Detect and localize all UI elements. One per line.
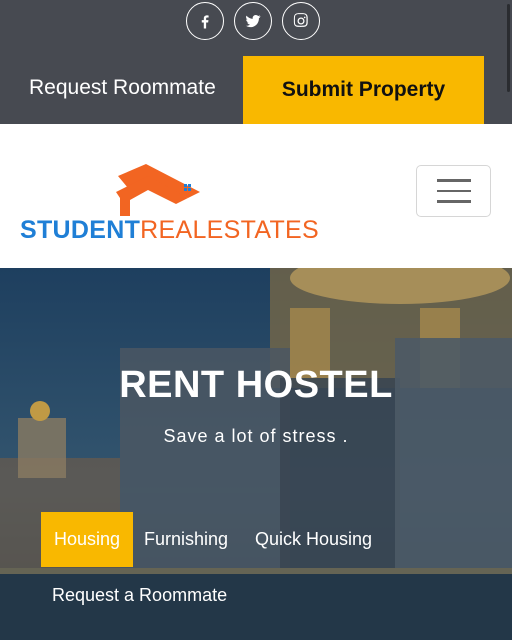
hamburger-line xyxy=(436,179,471,182)
hero-banner: RENT HOSTEL Save a lot of stress . Housi… xyxy=(0,268,512,640)
hamburger-line xyxy=(436,189,471,193)
facebook-icon[interactable] xyxy=(186,2,224,40)
tab-furnishing[interactable]: Furnishing xyxy=(144,529,228,550)
search-tabs: Housing Furnishing Quick Housing Request… xyxy=(0,512,512,612)
scrollbar[interactable] xyxy=(507,4,510,92)
request-roommate-link[interactable]: Request Roommate xyxy=(29,76,216,100)
logo-text-realestates: REALESTATES xyxy=(140,216,319,244)
tab-quick-housing[interactable]: Quick Housing xyxy=(255,529,372,550)
submit-property-button[interactable]: Submit Property xyxy=(243,56,484,124)
logo-roof-icon xyxy=(116,164,200,216)
menu-toggle-button[interactable] xyxy=(416,165,491,217)
logo-wordmark[interactable]: STUDENTREALESTATES xyxy=(20,216,319,245)
instagram-icon[interactable] xyxy=(282,2,320,40)
tab-request-roommate[interactable]: Request a Roommate xyxy=(52,585,227,606)
top-bar: Request Roommate Submit Property xyxy=(0,0,512,124)
tab-housing[interactable]: Housing xyxy=(41,512,133,567)
hamburger-line xyxy=(436,200,471,203)
hero-title: RENT HOSTEL xyxy=(119,364,393,406)
social-links xyxy=(186,0,320,40)
hero-subtitle: Save a lot of stress . xyxy=(163,426,349,446)
logo-text-student: STUDENT xyxy=(20,216,141,244)
twitter-icon[interactable] xyxy=(234,2,272,40)
